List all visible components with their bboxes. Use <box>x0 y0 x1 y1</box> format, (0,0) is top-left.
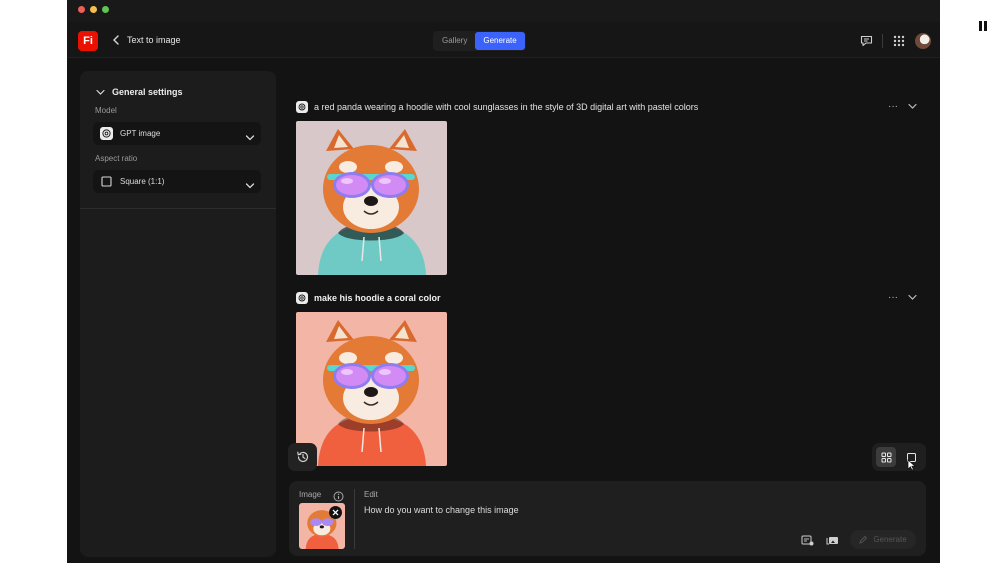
chevron-down-icon[interactable] <box>908 103 917 110</box>
back-button[interactable] <box>110 33 122 47</box>
red-panda-image <box>296 121 447 275</box>
image-reference-icon <box>826 536 838 544</box>
edit-label: Edit <box>364 490 378 499</box>
prompt-composer: Image Edit How do you want to change thi… <box>289 481 926 556</box>
chevron-down-icon <box>245 177 255 189</box>
aspect-ratio-value: Square (1:1) <box>120 177 165 186</box>
page-title: Text to image <box>127 35 181 45</box>
general-settings-toggle[interactable]: General settings <box>96 87 183 97</box>
style-reference-button[interactable] <box>800 533 814 547</box>
app-header: Fi Text to image Gallery Generate <box>67 22 940 58</box>
apps-grid-icon[interactable] <box>892 34 906 48</box>
window-titlebar <box>67 0 940 22</box>
prompt-row: a red panda wearing a hoodie with cool s… <box>296 101 698 113</box>
view-toggle <box>872 443 926 471</box>
model-label: Model <box>95 106 117 115</box>
generated-image[interactable] <box>296 121 447 275</box>
grid-view-button[interactable] <box>876 447 896 467</box>
grid-icon <box>881 452 891 462</box>
maximize-window-button[interactable] <box>102 6 109 13</box>
firefly-logo[interactable]: Fi <box>78 31 98 51</box>
prompt-text: make his hoodie a coral color <box>314 293 441 303</box>
style-icon <box>801 535 813 545</box>
generated-image[interactable] <box>296 312 447 466</box>
gpt-icon <box>296 101 308 113</box>
chevron-left-icon <box>113 35 119 45</box>
close-icon <box>329 506 342 519</box>
more-options-icon[interactable]: ··· <box>888 101 898 112</box>
aspect-ratio-select[interactable]: Square (1:1) <box>93 170 261 193</box>
history-icon <box>296 451 308 463</box>
chevron-down-icon[interactable] <box>908 294 917 301</box>
prompt-text: a red panda wearing a hoodie with cool s… <box>314 102 699 112</box>
gpt-icon <box>100 127 113 140</box>
chevron-down-icon <box>96 89 105 95</box>
minimize-window-button[interactable] <box>90 6 97 13</box>
aspect-ratio-label: Aspect ratio <box>95 154 138 163</box>
pause-icon[interactable] <box>979 21 988 31</box>
header-divider <box>882 34 883 48</box>
prompt-row: make his hoodie a coral color <box>296 292 441 304</box>
composition-reference-button[interactable] <box>825 533 839 547</box>
gpt-icon <box>296 292 308 304</box>
screen: Fi Text to image Gallery Generate Genera… <box>0 0 1004 563</box>
info-icon[interactable] <box>333 489 344 502</box>
edit-prompt-input[interactable]: How do you want to change this image <box>364 505 519 515</box>
panel-divider <box>80 208 276 209</box>
sparkle-edit-icon <box>859 535 868 544</box>
remove-image-button[interactable] <box>329 506 342 519</box>
history-button[interactable] <box>288 443 317 471</box>
model-select[interactable]: GPT image <box>93 122 261 145</box>
red-panda-image <box>296 312 447 466</box>
tab-generate[interactable]: Generate <box>475 32 525 50</box>
prompt-actions: ··· <box>888 101 917 112</box>
chevron-down-icon <box>245 129 255 141</box>
chat-icon[interactable] <box>859 34 873 48</box>
more-options-icon[interactable]: ··· <box>888 292 898 303</box>
generate-label: Generate <box>873 535 907 544</box>
generate-button[interactable]: Generate <box>850 530 916 549</box>
avatar[interactable] <box>915 33 931 49</box>
image-label: Image <box>299 490 322 499</box>
prompt-actions: ··· <box>888 292 917 303</box>
section-title: General settings <box>112 87 183 97</box>
model-value: GPT image <box>120 129 161 138</box>
app-window: Fi Text to image Gallery Generate Genera… <box>67 0 940 563</box>
settings-panel: General settings Model GPT image Aspect … <box>80 71 276 557</box>
square-icon <box>100 175 113 188</box>
cursor-icon <box>907 459 916 471</box>
tab-gallery[interactable]: Gallery <box>434 32 475 50</box>
composer-divider <box>354 489 355 549</box>
close-window-button[interactable] <box>78 6 85 13</box>
mode-switcher: Gallery Generate <box>433 31 526 51</box>
